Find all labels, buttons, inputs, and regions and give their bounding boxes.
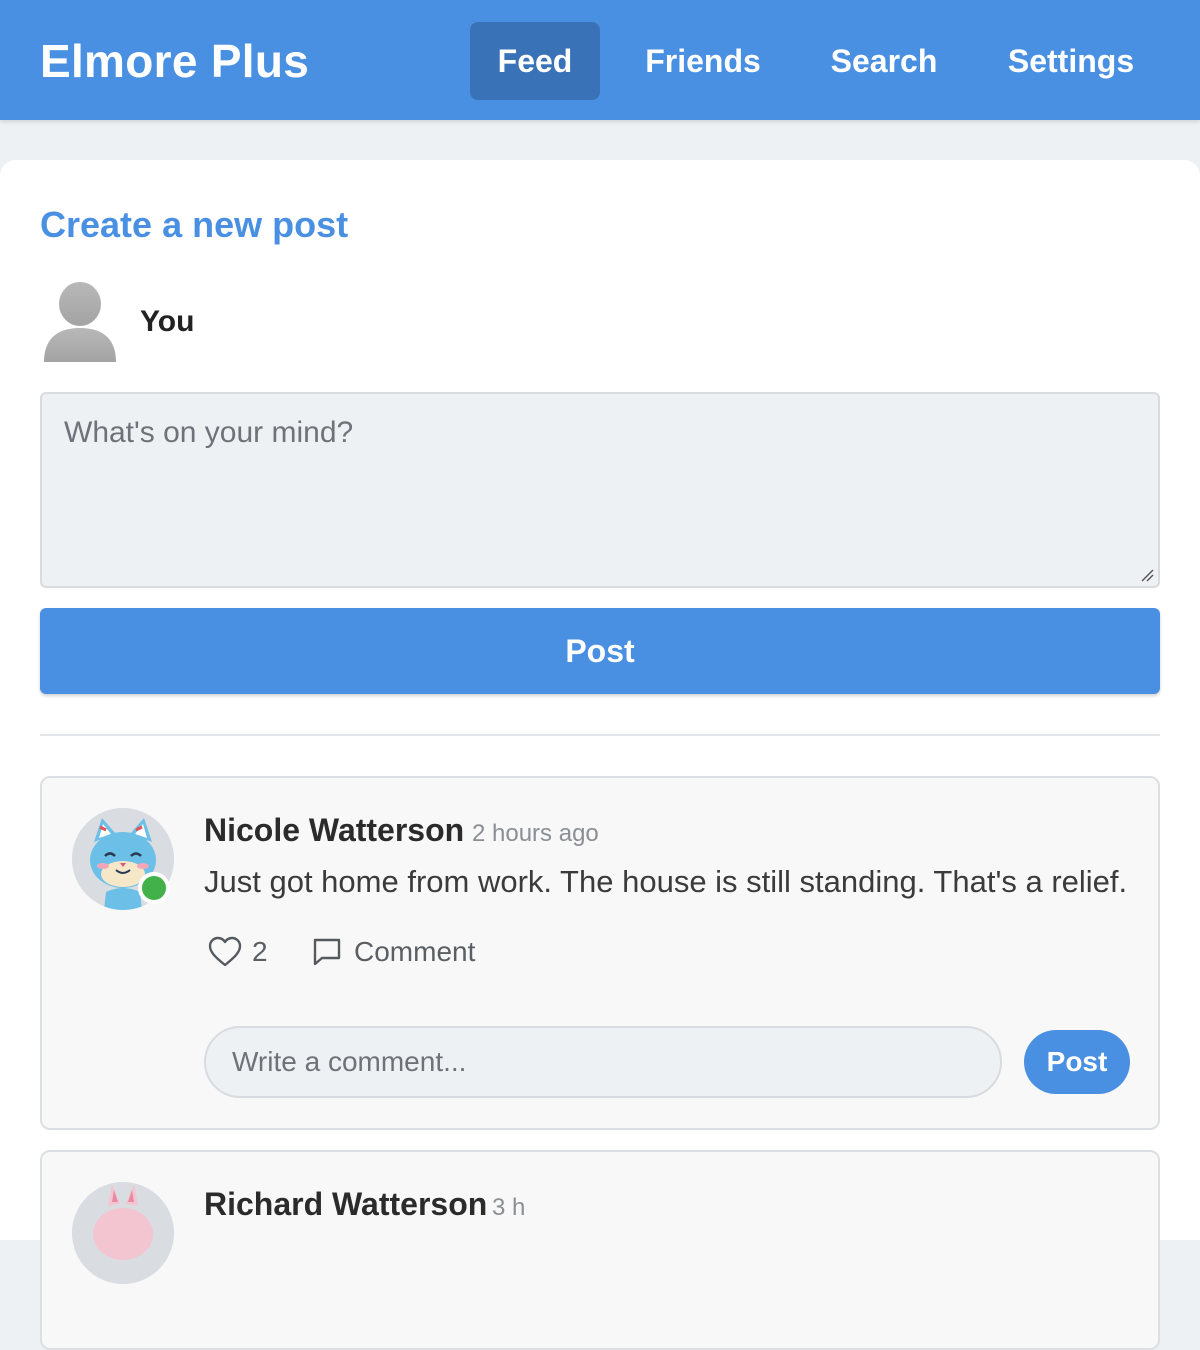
current-user-name: You (140, 305, 195, 338)
main-card: Create a new post You What's on your min… (0, 160, 1200, 1350)
post-timestamp: 3 h (492, 1194, 526, 1221)
feed-post: Nicole Watterson 2 hours ago Just got ho… (40, 776, 1160, 1130)
post-textarea[interactable]: What's on your mind? (40, 392, 1160, 588)
comment-button[interactable]: Comment (312, 932, 475, 972)
post-timestamp: 2 hours ago (472, 820, 599, 847)
comment-label: Comment (354, 936, 476, 967)
comment-icon (313, 938, 341, 966)
feed-post: Richard Watterson 3 h (40, 1150, 1160, 1350)
default-avatar-icon (40, 278, 120, 362)
resize-grip-icon[interactable] (1140, 568, 1154, 582)
post-comment-button[interactable]: Post (1024, 1030, 1130, 1094)
nav-feed[interactable]: Feed (470, 22, 600, 100)
post-body: Just got home from work. The house is st… (204, 864, 1128, 899)
like-count: 2 (252, 936, 268, 967)
online-status-indicator (138, 872, 170, 904)
create-post-title: Create a new post (40, 204, 349, 245)
main-nav: Feed Friends Search Settings (0, 22, 1200, 100)
heart-icon (208, 936, 242, 967)
nav-settings[interactable]: Settings (990, 22, 1152, 100)
post-textarea-placeholder: What's on your mind? (64, 416, 354, 449)
top-navbar: Elmore Plus Feed Friends Search Settings (0, 0, 1200, 120)
nav-search[interactable]: Search (812, 22, 956, 100)
post-author[interactable]: Nicole Watterson (204, 812, 464, 849)
comment-input-placeholder: Write a comment... (232, 1046, 467, 1077)
nav-friends[interactable]: Friends (628, 22, 778, 100)
section-divider (40, 734, 1160, 736)
comment-input[interactable]: Write a comment... (204, 1026, 1002, 1098)
avatar[interactable] (72, 1182, 174, 1284)
post-author[interactable]: Richard Watterson (204, 1186, 487, 1223)
like-button[interactable]: 2 (208, 932, 268, 972)
submit-post-button[interactable]: Post (40, 608, 1160, 694)
